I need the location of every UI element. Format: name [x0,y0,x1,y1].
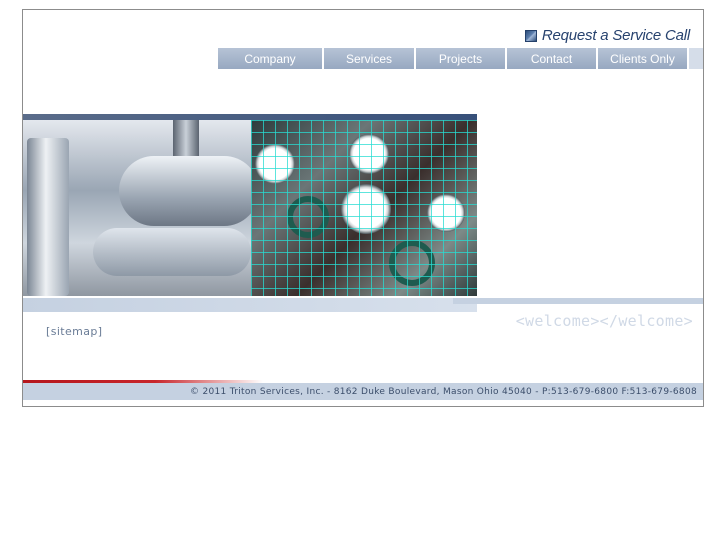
nav-projects[interactable]: Projects [416,48,507,69]
grid-overlay [251,120,477,296]
welcome-text: <welcome></welcome> [515,312,693,330]
nav-services[interactable]: Services [324,48,416,69]
nav-company[interactable]: Company [218,48,324,69]
service-call-icon [524,29,537,42]
main-nav: Company Services Projects Contact Client… [218,48,703,69]
nav-contact[interactable]: Contact [507,48,598,69]
nav-clients-only[interactable]: Clients Only [598,48,689,69]
hero-banner [23,120,477,296]
divider-band [23,298,703,312]
footer-bar: © 2011 Triton Services, Inc. - 8162 Duke… [23,383,703,400]
page-frame: Request a Service Call Company Services … [22,9,704,407]
pressure-gauges-image [251,120,477,296]
industrial-pipes-image [23,120,259,296]
nav-end-cap [689,48,703,69]
request-service-call-label: Request a Service Call [541,27,690,44]
request-service-call-link[interactable]: Request a Service Call [524,27,690,44]
footer-copyright: © 2011 Triton Services, Inc. - 8162 Duke… [190,386,697,397]
sitemap-link[interactable]: [sitemap] [46,325,103,338]
